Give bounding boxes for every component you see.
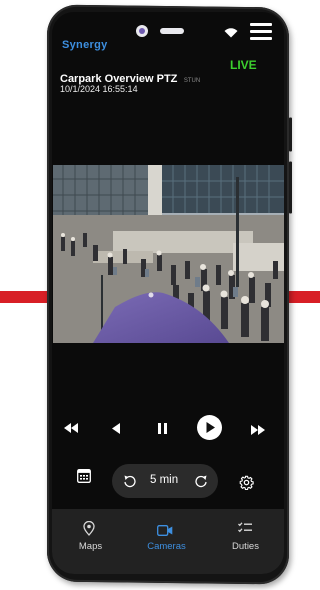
- nav-label-maps: Maps: [78, 541, 103, 552]
- wifi-icon: [224, 28, 238, 38]
- camera-timestamp: 10/1/2024 16:55:14: [60, 84, 138, 94]
- nav-item-maps[interactable]: Maps: [52, 509, 129, 574]
- rewind-interval-icon[interactable]: [123, 474, 136, 488]
- settings-gear-icon[interactable]: [239, 475, 254, 490]
- step-back-icon[interactable]: [112, 423, 120, 434]
- brand-logo: Synergy: [62, 39, 108, 51]
- video-camera-icon: [157, 525, 173, 536]
- hamburger-menu-icon[interactable]: [250, 23, 272, 41]
- interval-label: 5 min: [150, 474, 179, 486]
- nav-item-cameras[interactable]: Cameras: [128, 509, 205, 574]
- nav-item-duties[interactable]: Duties: [207, 509, 284, 574]
- nav-label-duties: Duties: [232, 541, 259, 552]
- phone-side-button: [289, 117, 292, 152]
- pause-icon[interactable]: [158, 423, 168, 434]
- front-camera: [136, 25, 148, 37]
- earpiece: [160, 28, 184, 34]
- fast-rewind-icon[interactable]: [64, 423, 78, 433]
- bottom-navigation: Maps Cameras Duties: [52, 509, 284, 574]
- forward-interval-icon[interactable]: [195, 474, 208, 488]
- calendar-icon[interactable]: [77, 468, 91, 483]
- connection-type-badge: STUN: [183, 78, 201, 84]
- app-screen: Synergy Carpark Overview PTZ STUN 10/1/2…: [52, 12, 284, 574]
- interval-selector[interactable]: 5 min: [112, 464, 218, 498]
- play-icon[interactable]: [197, 415, 222, 440]
- camera-video-feed[interactable]: [53, 165, 284, 343]
- camera-scene-image: [53, 165, 284, 343]
- red-stripe-right: [284, 291, 320, 303]
- live-indicator: LIVE: [230, 58, 257, 72]
- map-pin-icon: [83, 521, 95, 536]
- duties-list-icon: [238, 522, 252, 533]
- fast-forward-icon[interactable]: [251, 425, 265, 435]
- phone-volume-button: [289, 161, 292, 214]
- nav-label-cameras: Cameras: [147, 541, 186, 552]
